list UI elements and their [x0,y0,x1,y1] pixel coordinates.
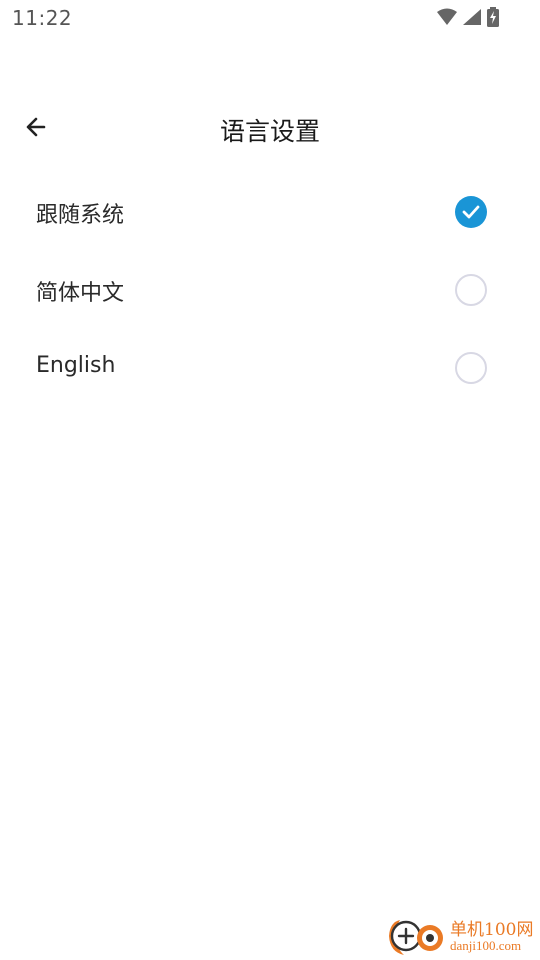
option-label: English [36,353,116,378]
language-option-list: 跟随系统 简体中文 English [0,173,540,407]
header: 语言设置 [0,100,540,158]
wifi-icon [436,8,458,26]
battery-charging-icon [486,7,500,27]
radio-unchecked[interactable] [455,274,487,306]
option-simplified-chinese[interactable]: 简体中文 [0,251,540,329]
watermark-url: danji100.com [450,938,522,953]
option-label: 跟随系统 [36,203,125,228]
check-icon [462,205,480,219]
radio-unchecked[interactable] [455,352,487,384]
option-label: 简体中文 [36,281,125,306]
watermark-name: 单机100网 [450,920,534,940]
radio-checked[interactable] [455,196,487,228]
option-follow-system[interactable]: 跟随系统 [0,173,540,251]
watermark-logo-icon [389,920,443,955]
status-icons [436,7,500,27]
status-bar: 11:22 [0,0,540,36]
watermark: 单机100网 danji100.com [386,914,536,958]
page-title: 语言设置 [219,117,320,146]
status-time: 11:22 [12,6,73,30]
option-english[interactable]: English [0,329,540,407]
cell-signal-icon [462,8,482,26]
